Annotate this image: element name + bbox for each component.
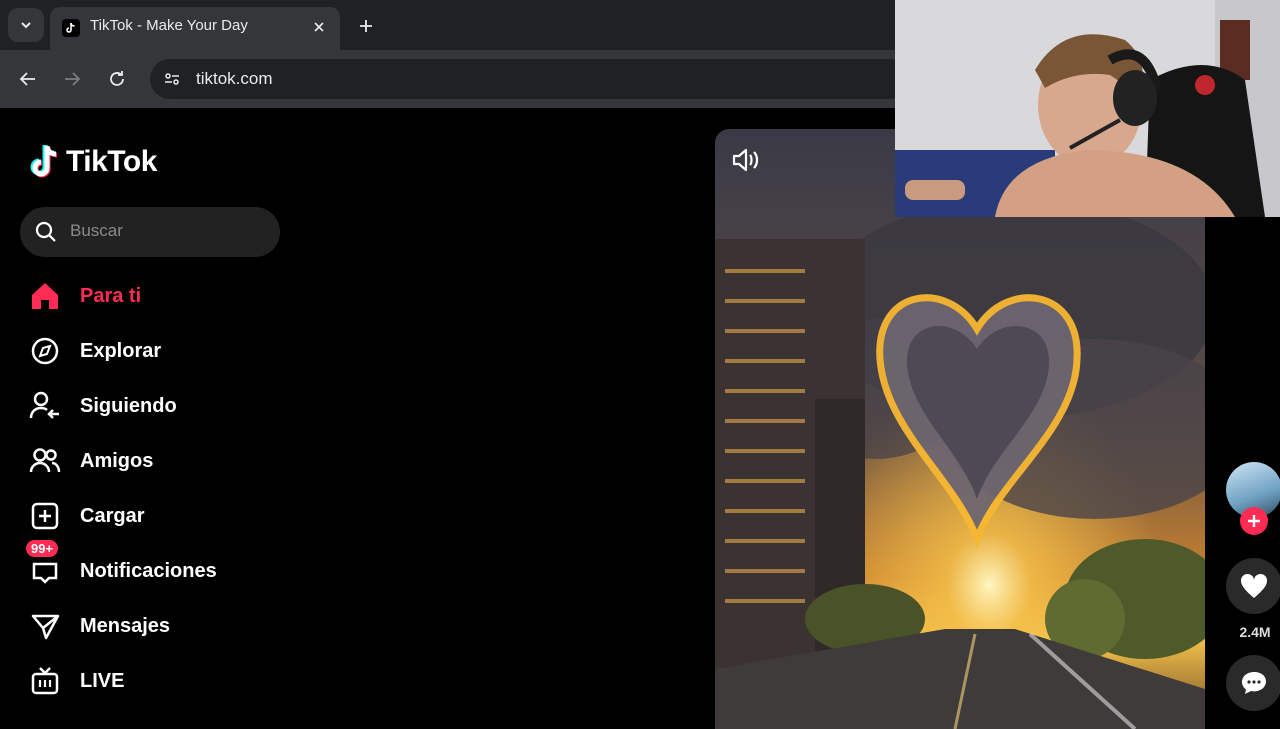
nav-item-amigos[interactable]: Amigos [28, 441, 328, 481]
send-icon [28, 609, 62, 643]
reload-icon [110, 71, 124, 86]
upload-icon [28, 499, 62, 533]
nav-label: Siguiendo [80, 394, 177, 417]
url-text: tiktok.com [196, 69, 273, 88]
search-placeholder: Buscar [70, 221, 123, 240]
search-input[interactable]: Buscar [20, 207, 280, 257]
chevron-down-icon [21, 22, 31, 29]
back-button[interactable] [13, 64, 43, 94]
comment-icon [1242, 672, 1266, 694]
forward-button[interactable] [57, 64, 87, 94]
nav-label: Cargar [80, 504, 145, 527]
tab-close-icon[interactable] [308, 16, 330, 38]
address-bar[interactable]: tiktok.com [150, 59, 910, 99]
heart-icon [1240, 573, 1268, 598]
comment-button[interactable] [1226, 655, 1280, 711]
nav-item-live[interactable]: LIVE [28, 661, 328, 701]
home-icon [28, 279, 62, 313]
browser-tab[interactable]: TikTok - Make Your Day [50, 7, 340, 50]
nav-label: Mensajes [80, 614, 171, 637]
tiktok-note-icon [30, 144, 58, 178]
tiktok-logo[interactable]: TikTok [28, 142, 157, 182]
friends-icon [28, 444, 62, 478]
video-player[interactable] [715, 129, 1205, 729]
inbox-icon: 99+ [26, 540, 62, 588]
follow-button[interactable] [1240, 507, 1268, 535]
nav-label: LIVE [80, 669, 125, 692]
volume-icon[interactable] [731, 147, 761, 173]
new-tab-button[interactable] [352, 12, 380, 40]
nav-label: Amigos [80, 449, 154, 472]
like-button[interactable] [1226, 558, 1280, 614]
following-icon [28, 389, 62, 423]
nav-item-mensajes[interactable]: Mensajes [28, 606, 328, 646]
tiktok-favicon-icon [62, 19, 80, 37]
webcam-overlay [895, 0, 1280, 217]
site-info-icon[interactable] [158, 65, 186, 93]
compass-icon [28, 334, 62, 368]
arrow-right-icon [65, 72, 81, 86]
nav-label: Notificaciones [80, 559, 217, 582]
logo-text: TikTok [66, 145, 157, 178]
reload-button[interactable] [102, 64, 132, 94]
webcam-image [895, 0, 1280, 217]
arrow-left-icon [19, 72, 35, 86]
nav-item-notificaciones[interactable]: 99+ Notificaciones [26, 540, 328, 591]
search-icon [35, 221, 56, 242]
like-count: 2.4M [1239, 624, 1271, 640]
nav-item-siguiendo[interactable]: Siguiendo [28, 386, 328, 426]
tab-title: TikTok - Make Your Day [90, 17, 248, 34]
video-frame [715, 129, 1205, 729]
plus-icon [1248, 515, 1260, 527]
nav-item-explorar[interactable]: Explorar [28, 331, 328, 371]
nav-label: Para ti [80, 284, 142, 307]
nav-label: Explorar [80, 339, 162, 362]
nav-item-para-ti[interactable]: Para ti [28, 276, 328, 316]
plus-icon [360, 20, 372, 32]
notification-badge: 99+ [26, 540, 59, 557]
nav-item-cargar[interactable]: Cargar [28, 496, 328, 536]
tab-search-button[interactable] [8, 8, 44, 42]
live-tv-icon [28, 664, 62, 698]
